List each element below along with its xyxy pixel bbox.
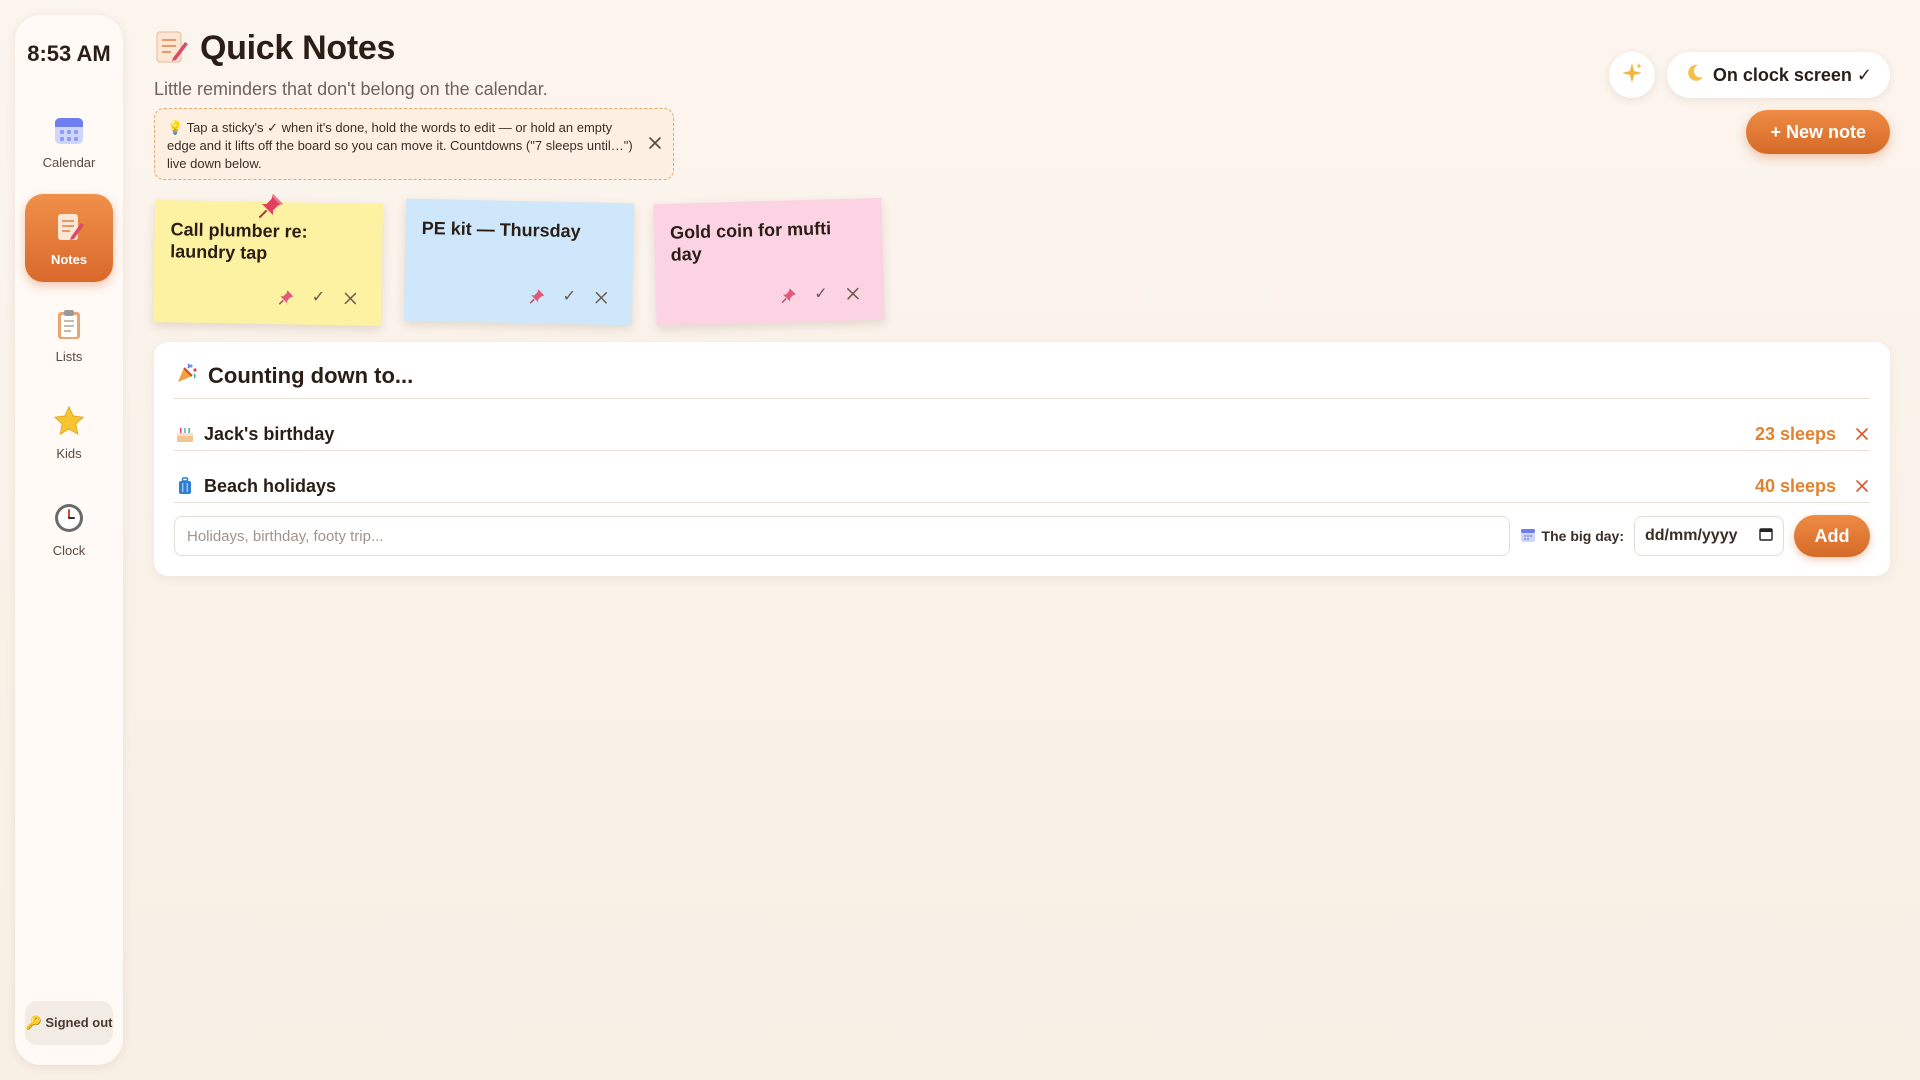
clipboard-icon bbox=[52, 307, 86, 341]
sticky-actions: ✓ bbox=[277, 288, 359, 307]
tip-text: Tap a sticky's ✓ when it's done, hold th… bbox=[167, 120, 633, 171]
done-check-icon[interactable]: ✓ bbox=[309, 289, 327, 307]
delete-icon[interactable] bbox=[592, 289, 610, 307]
sidebar-item-clock[interactable]: Clock bbox=[25, 485, 113, 573]
pin-icon[interactable] bbox=[277, 288, 295, 306]
signed-status-label: Signed out bbox=[45, 1015, 113, 1030]
memo-icon bbox=[154, 28, 188, 69]
sidebar-label-lists: Lists bbox=[55, 348, 83, 364]
signed-status: 🔑 Signed out bbox=[26, 1015, 113, 1031]
countdown-name-input[interactable] bbox=[174, 516, 1510, 556]
sign-in-button[interactable]: 🔑 Signed out bbox=[25, 1001, 113, 1045]
add-countdown-button[interactable]: Add bbox=[1794, 515, 1870, 557]
pin-icon[interactable] bbox=[780, 286, 798, 304]
countdown-row: Jack's birthday 23 sleeps bbox=[176, 408, 1870, 460]
header-actions: On clock screen ✓ bbox=[1608, 52, 1890, 98]
sidebar-item-notes[interactable]: Notes bbox=[25, 194, 113, 282]
countdown-name: Jack's birthday bbox=[204, 423, 335, 444]
done-check-icon[interactable]: ✓ bbox=[812, 285, 830, 303]
date-placeholder: dd/mm/yyyy bbox=[1645, 527, 1738, 544]
sparkle-icon bbox=[1620, 61, 1644, 90]
sidebar-label-clock: Clock bbox=[52, 542, 86, 558]
big-day-label: The big day: bbox=[1520, 527, 1624, 546]
big-day-text: The big day: bbox=[1541, 528, 1624, 544]
lightbulb-icon: 💡 bbox=[167, 120, 184, 135]
page-subtitle: Little reminders that don't belong on th… bbox=[154, 79, 548, 99]
sidebar-label-notes: Notes bbox=[50, 251, 88, 267]
page-header: Quick Notes Little reminders that don't … bbox=[154, 28, 548, 100]
close-icon[interactable] bbox=[647, 135, 663, 151]
done-check-icon[interactable]: ✓ bbox=[560, 288, 578, 306]
divider bbox=[174, 450, 1870, 451]
key-icon: 🔑 bbox=[25, 1015, 42, 1030]
countdown-sleeps: 23 sleeps bbox=[1754, 423, 1836, 444]
delete-icon[interactable] bbox=[1854, 478, 1870, 494]
sidebar-item-calendar[interactable]: Calendar bbox=[25, 97, 113, 185]
sidebar: 8:53 AM Calendar Notes Lists Kids Clock … bbox=[15, 15, 123, 1065]
clock-screen-toggle[interactable]: On clock screen ✓ bbox=[1666, 52, 1890, 98]
countdown-name: Beach holidays bbox=[204, 475, 337, 496]
calendar-icon bbox=[52, 113, 86, 147]
star-icon bbox=[52, 404, 86, 438]
sidebar-item-kids[interactable]: Kids bbox=[25, 388, 113, 476]
sticky-note-text[interactable]: Call plumber re: laundry tap bbox=[170, 218, 367, 265]
delete-icon[interactable] bbox=[341, 289, 359, 307]
cake-icon bbox=[176, 425, 194, 443]
moon-icon bbox=[1685, 63, 1705, 88]
tip-banner: 💡 Tap a sticky's ✓ when it's done, hold … bbox=[154, 108, 674, 180]
sidebar-item-lists[interactable]: Lists bbox=[25, 291, 113, 379]
page-title: Quick Notes bbox=[200, 29, 396, 67]
countdown-sleeps: 40 sleeps bbox=[1754, 475, 1836, 496]
sidebar-label-calendar: Calendar bbox=[42, 154, 96, 170]
add-countdown-row: The big day: dd/mm/yyyy Add bbox=[174, 515, 1870, 557]
notes-icon bbox=[52, 210, 86, 244]
sticky-note-text[interactable]: Gold coin for mufti day bbox=[670, 216, 867, 265]
delete-icon[interactable] bbox=[1854, 426, 1870, 442]
sticky-actions: ✓ bbox=[528, 287, 610, 307]
countdown-header: Counting down to... bbox=[176, 362, 413, 390]
party-popper-icon bbox=[176, 362, 198, 390]
clock-screen-label: On clock screen ✓ bbox=[1712, 64, 1872, 85]
luggage-icon bbox=[176, 477, 194, 495]
sticky-actions: ✓ bbox=[780, 284, 862, 304]
date-input[interactable]: dd/mm/yyyy bbox=[1634, 516, 1784, 556]
clock-time: 8:53 AM bbox=[27, 41, 111, 66]
pin-icon[interactable] bbox=[528, 287, 546, 305]
date-picker-icon[interactable] bbox=[1759, 527, 1773, 546]
countdown-title: Counting down to... bbox=[208, 363, 414, 388]
sticky-note-text[interactable]: PE kit — Thursday bbox=[421, 217, 617, 243]
divider bbox=[174, 398, 1870, 399]
sticky-note[interactable]: PE kit — Thursday ✓ bbox=[403, 198, 635, 326]
countdown-row: Beach holidays 40 sleeps bbox=[176, 460, 1870, 512]
sticky-note[interactable]: Gold coin for mufti day ✓ bbox=[653, 197, 885, 327]
sparkle-button[interactable] bbox=[1608, 52, 1655, 98]
divider bbox=[174, 502, 1870, 503]
pushpin-icon bbox=[258, 193, 284, 219]
clock-icon bbox=[52, 501, 86, 535]
delete-icon[interactable] bbox=[844, 284, 862, 302]
calendar-icon bbox=[1520, 527, 1536, 546]
sidebar-nav: Calendar Notes Lists Kids Clock bbox=[25, 97, 113, 573]
countdown-card: Counting down to... Jack's birthday 23 s… bbox=[154, 342, 1890, 576]
sidebar-label-kids: Kids bbox=[56, 445, 82, 461]
new-note-button[interactable]: + New note bbox=[1746, 110, 1890, 154]
